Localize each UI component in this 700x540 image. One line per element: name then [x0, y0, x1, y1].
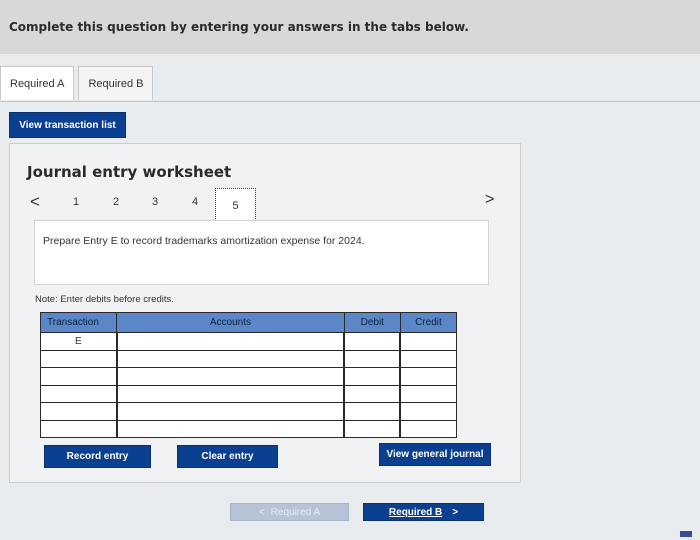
table-row [39, 419, 458, 438]
instruction-text: Complete this question by entering your … [9, 20, 469, 34]
credit-input[interactable] [399, 367, 458, 386]
credit-input[interactable] [399, 402, 458, 421]
table-row [39, 402, 458, 421]
next-required-label: Required B [388, 506, 443, 518]
entry-prompt-box: Prepare Entry E to record trademarks amo… [34, 220, 489, 285]
debit-input[interactable] [343, 349, 401, 368]
table-row [39, 349, 458, 368]
page-1[interactable]: 1 [73, 196, 79, 208]
debit-input[interactable] [343, 419, 401, 438]
account-select[interactable] [115, 419, 345, 438]
credit-input[interactable] [399, 384, 458, 403]
page-5-current[interactable]: 5 [215, 188, 256, 223]
prev-required-label: Required A [270, 506, 321, 518]
tab-bar: Required A Required B [0, 66, 157, 102]
corner-mark [680, 531, 692, 537]
transaction-cell [39, 367, 118, 386]
view-transaction-list-button[interactable]: View transaction list [9, 112, 126, 138]
tab-required-a[interactable]: Required A [0, 66, 75, 100]
account-select[interactable] [115, 402, 345, 421]
account-select[interactable] [115, 384, 345, 403]
entry-prompt-text: Prepare Entry E to record trademarks amo… [43, 235, 365, 247]
chevron-right-icon: > [452, 506, 459, 518]
credit-input[interactable] [399, 332, 458, 351]
journal-entry-worksheet: Journal entry worksheet < 1 2 3 4 5 Prep… [9, 143, 521, 483]
page-3[interactable]: 3 [152, 196, 158, 208]
account-select[interactable] [115, 367, 345, 386]
journal-table: Transaction Accounts Debit Credit E [39, 312, 458, 438]
entry-pager: < 1 2 3 4 5 [10, 188, 522, 223]
credit-input[interactable] [399, 419, 458, 438]
transaction-cell [39, 419, 118, 438]
transaction-cell [39, 402, 118, 421]
col-debit: Debit [343, 312, 401, 333]
debit-input[interactable] [343, 332, 401, 351]
col-credit: Credit [399, 312, 458, 333]
chevron-left-icon: < [258, 506, 265, 518]
debit-input[interactable] [343, 402, 401, 421]
credit-input[interactable] [399, 349, 458, 368]
view-general-journal-button[interactable]: View general journal [379, 443, 491, 466]
table-row [39, 384, 458, 403]
next-entry-chevron-icon[interactable]: > [485, 191, 494, 209]
prev-entry-chevron-icon[interactable]: < [30, 192, 40, 212]
debit-input[interactable] [343, 367, 401, 386]
page-2[interactable]: 2 [113, 196, 119, 208]
record-entry-button[interactable]: Record entry [44, 445, 151, 468]
instruction-bar: Complete this question by entering your … [0, 0, 700, 54]
tab-divider [0, 101, 700, 102]
account-select[interactable] [115, 332, 345, 351]
col-transaction: Transaction [39, 312, 118, 333]
next-required-b-button[interactable]: Required B > [363, 503, 484, 521]
account-select[interactable] [115, 349, 345, 368]
debit-credit-note: Note: Enter debits before credits. [35, 294, 174, 305]
tab-required-b[interactable]: Required B [78, 66, 154, 100]
transaction-cell [39, 349, 118, 368]
prev-required-a-button: < Required A [230, 503, 349, 521]
debit-input[interactable] [343, 384, 401, 403]
clear-entry-button[interactable]: Clear entry [177, 445, 278, 468]
transaction-cell: E [39, 332, 118, 351]
page-4[interactable]: 4 [192, 196, 198, 208]
table-row: E [39, 332, 458, 351]
table-row [39, 367, 458, 386]
transaction-cell [39, 384, 118, 403]
worksheet-title: Journal entry worksheet [27, 163, 232, 181]
col-accounts: Accounts [116, 312, 345, 333]
